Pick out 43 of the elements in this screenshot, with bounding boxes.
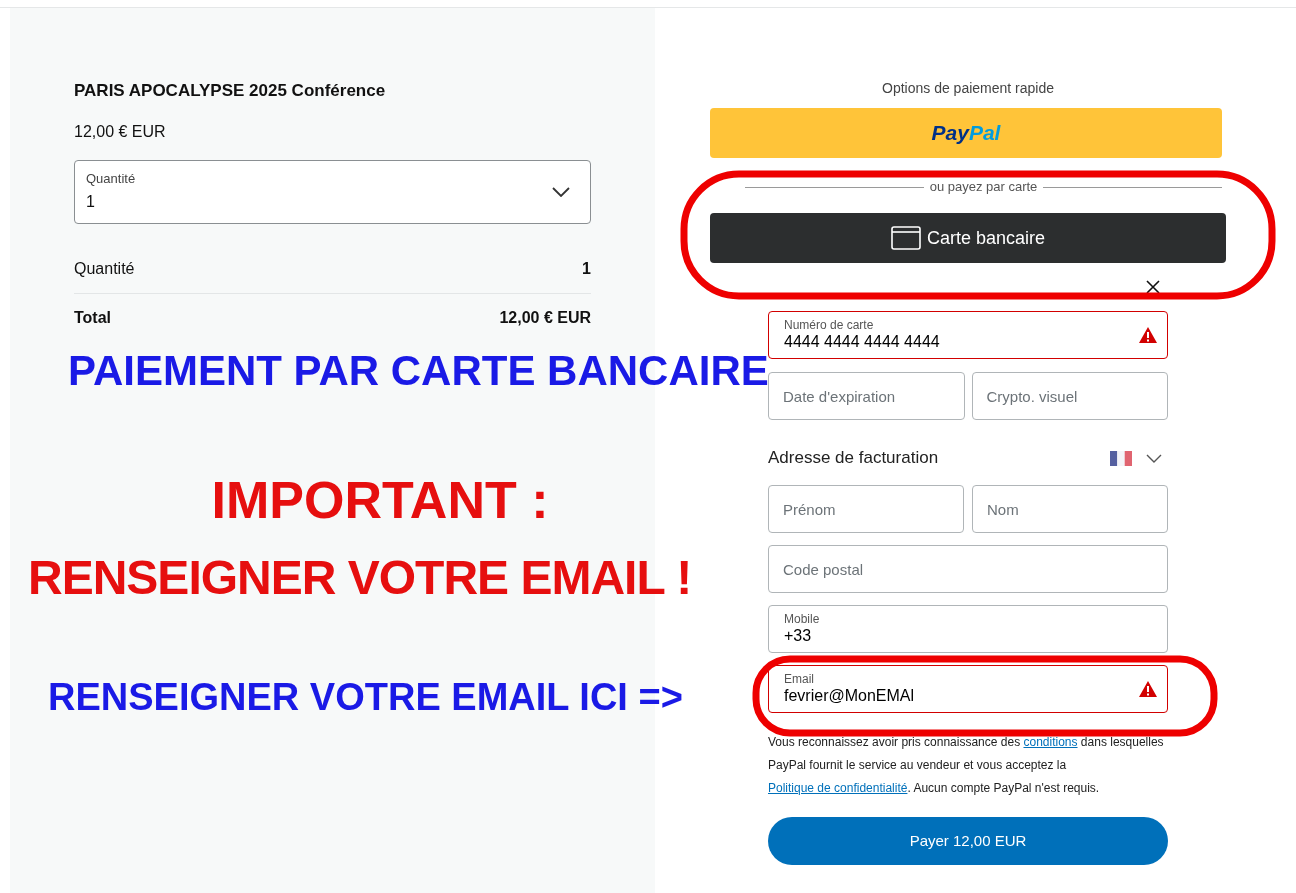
- field-label: Numéro de carte: [784, 318, 875, 332]
- last-name-field[interactable]: Nom: [972, 485, 1168, 533]
- product-price: 12,00 € EUR: [74, 121, 167, 142]
- annotation-text: RENSEIGNER VOTRE EMAIL !: [28, 550, 692, 606]
- annotation-text: IMPORTANT :: [210, 470, 550, 530]
- field-label: Email: [784, 672, 815, 686]
- field-value: 4444 4444 4444 4444: [784, 332, 941, 352]
- chevron-down-icon: [1146, 453, 1162, 463]
- divider-text: ou payez par carte: [929, 180, 1038, 194]
- chevron-down-icon: [552, 186, 570, 197]
- warning-icon: [1139, 327, 1157, 343]
- mobile-field[interactable]: Mobile +33: [768, 605, 1168, 653]
- legal-link[interactable]: conditions: [1023, 735, 1078, 749]
- close-icon[interactable]: [1146, 280, 1160, 294]
- product-title: PARIS APOCALYPSE 2025 Conférence: [74, 80, 387, 102]
- annotation-text: PAIEMENT PAR CARTE BANCAIRE: [68, 346, 769, 396]
- card-number-field[interactable]: Numéro de carte 4444 4444 4444 4444: [768, 311, 1168, 359]
- postal-code-field[interactable]: Code postal: [768, 545, 1168, 593]
- summary-value: 1: [582, 259, 591, 279]
- select-value: 1: [86, 192, 96, 213]
- card-button[interactable]: Carte bancaire: [710, 213, 1226, 263]
- first-name-field[interactable]: Prénom: [768, 485, 964, 533]
- field-value: fevrier@MonEMAl: [784, 686, 916, 706]
- field-value: +33: [784, 626, 813, 646]
- warning-icon: [1139, 681, 1157, 697]
- expiry-field[interactable]: Date d'expiration: [768, 372, 965, 420]
- paypal-button[interactable]: PayPal: [710, 108, 1222, 158]
- summary-label: Quantité: [74, 259, 135, 279]
- summary-value: 12,00 € EUR: [499, 307, 591, 328]
- select-label: Quantité: [86, 169, 137, 188]
- summary-label: Total: [74, 307, 112, 328]
- flag-icon: [1110, 450, 1132, 466]
- email-field[interactable]: Email fevrier@MonEMAl: [768, 665, 1168, 713]
- section-title: Options de paiement rapide: [881, 79, 1055, 98]
- cvv-field[interactable]: Crypto. visuel: [971, 372, 1168, 420]
- legal-text: Vous reconnaissez avoir pris connaissance des conditions dans lesquelles PayPal fournit le service au vendeur et vous acceptez la Politique de confidentialité. Aucun compte PayPal n'est requis.: [768, 734, 1165, 797]
- quantity-select[interactable]: Quantité 1: [74, 159, 591, 224]
- billing-title: Adresse de facturation: [768, 447, 939, 470]
- annotation-text: RENSEIGNER VOTRE EMAIL ICI =>: [48, 675, 683, 720]
- credit-card-icon: [890, 226, 921, 250]
- field-label: Mobile: [784, 612, 821, 626]
- country-select[interactable]: [1110, 450, 1162, 466]
- pay-button[interactable]: Payer 12,00 EUR: [768, 817, 1168, 865]
